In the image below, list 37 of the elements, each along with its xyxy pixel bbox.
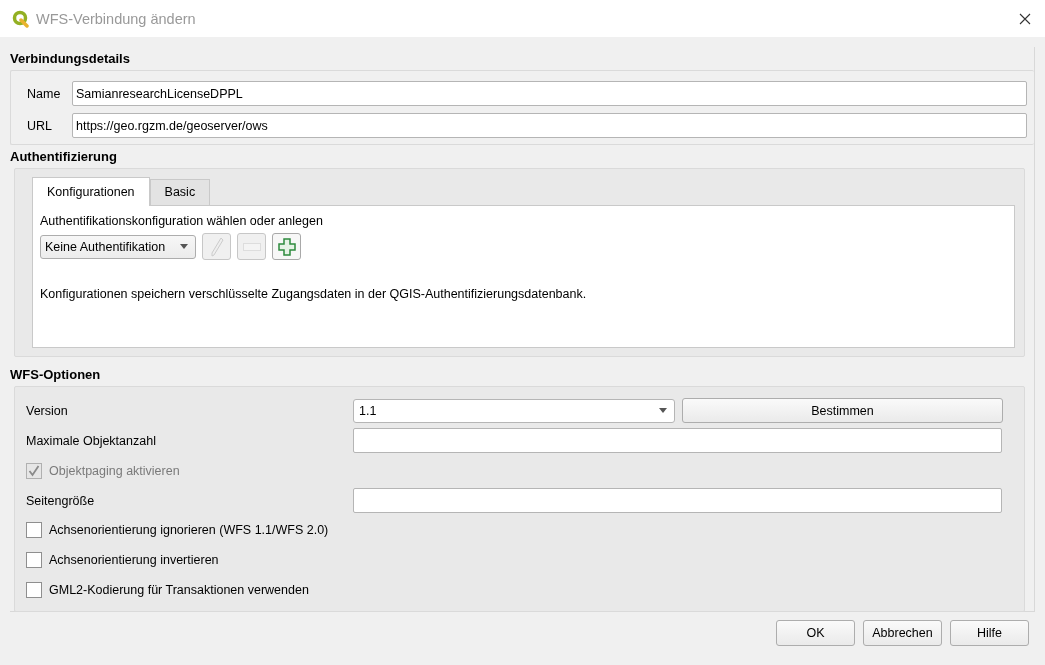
version-dropdown[interactable]: 1.1 <box>353 398 675 423</box>
dialog-button[interactable]: Abbrechen <box>863 620 942 646</box>
config-dropdown[interactable]: Keine Authentifikation <box>40 234 196 259</box>
caret-icon <box>658 407 668 414</box>
checkbox[interactable] <box>26 522 42 539</box>
dialog-button[interactable]: Hilfe <box>950 620 1029 646</box>
checkbox-label: Objektpaging aktivieren <box>49 463 180 478</box>
text-field[interactable]: SamianresearchLicenseDPPL <box>72 81 1027 106</box>
tab[interactable]: Konfigurationen <box>32 177 150 206</box>
add-button[interactable] <box>272 233 301 260</box>
dialog-button[interactable]: OK <box>776 620 855 646</box>
checkbox[interactable] <box>26 582 42 599</box>
app-logo-icon <box>12 9 30 28</box>
window-title: WFS-Verbindung ändern <box>36 10 197 27</box>
close-icon[interactable] <box>1019 12 1031 25</box>
text-field[interactable]: https://geo.rgzm.de/geoserver/ows <box>72 113 1027 138</box>
pencil-icon <box>209 236 224 257</box>
field-label: Seitengröße <box>26 493 96 508</box>
field-label: URL <box>27 118 53 133</box>
checkbox-label: Achsenorientierung invertieren <box>49 553 219 568</box>
field-label: Name <box>27 86 62 101</box>
section-heading: Verbindungsdetails <box>10 50 131 68</box>
caret-icon <box>179 243 189 250</box>
text-field[interactable] <box>353 428 1002 454</box>
text-field[interactable] <box>353 488 1002 513</box>
info-text: Konfigurationen speichern verschlüsselte Zugangsdaten in der QGIS-Authentifizierungsdatenbank. <box>40 287 588 301</box>
section-heading: Authentifizierung <box>10 148 118 166</box>
detect-button[interactable]: Bestimmen <box>682 398 1003 424</box>
plus-icon <box>277 237 296 256</box>
prompt-text: Authentifikationskonfiguration wählen oder anlegen <box>40 214 324 228</box>
field-label: Maximale Objektanzahl <box>26 433 157 448</box>
field-label: Version <box>26 403 69 418</box>
checkbox-label: GML2-Kodierung für Transaktionen verwenden <box>49 583 309 598</box>
tab[interactable]: Basic <box>149 179 211 205</box>
checkbox[interactable] <box>26 552 42 569</box>
checkbox-label: Achsenorientierung ignorieren (WFS 1.1/WFS 2.0) <box>49 523 329 538</box>
section-heading: WFS-Optionen <box>10 366 102 384</box>
